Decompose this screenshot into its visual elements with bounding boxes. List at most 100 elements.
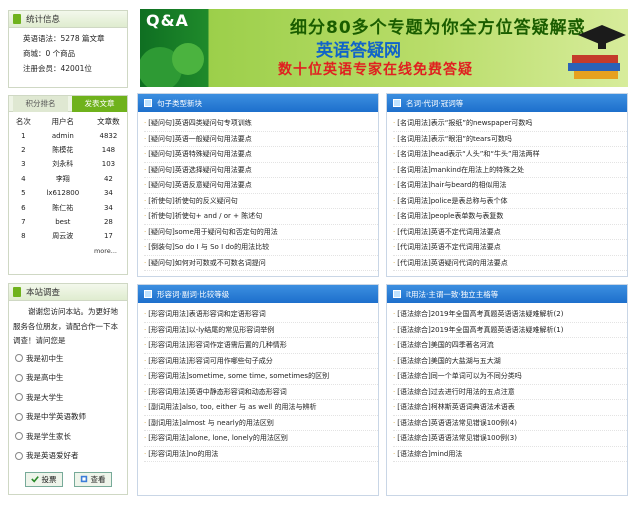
article-link[interactable]: [语法综合]过去进行时用法的五点注意: [397, 388, 514, 396]
list-item[interactable]: · [倒装句]So do I 与 So I do的用法比较: [144, 240, 378, 256]
list-item[interactable]: · [疑问句]英语选择疑问句用法要点: [144, 163, 378, 178]
article-link[interactable]: [形容词用法]形容词作定语需后置的几种情形: [148, 341, 286, 349]
survey-option[interactable]: 我是英语爱好者: [9, 446, 127, 466]
article-link[interactable]: [疑问句]英语选择疑问句用法要点: [148, 166, 251, 174]
article-link[interactable]: [名词用法]hair与beard的相似用法: [397, 181, 506, 189]
radio-button[interactable]: [15, 432, 23, 441]
article-link[interactable]: [形容词用法]表语形容词和定语形容词: [148, 310, 265, 318]
article-link[interactable]: [语法综合]美国的大盐湖与五大湖: [397, 357, 500, 365]
article-link[interactable]: [语法综合]mind用法: [397, 450, 462, 458]
article-link[interactable]: [代词用法]英语不定代词用法要点: [397, 228, 500, 236]
article-link[interactable]: [名词用法]police是表总称与表个体: [397, 197, 507, 205]
list-item[interactable]: · [语法综合]美国的大盐湖与五大湖: [393, 354, 627, 369]
article-link[interactable]: [代词用法]英语不定代词用法要点: [397, 243, 500, 251]
list-item[interactable]: · [形容词用法]以-ly结尾的常见形容词举例: [144, 323, 378, 338]
article-link[interactable]: [疑问句]英语特殊疑问句用法要点: [148, 150, 251, 158]
article-link[interactable]: [祈使句]祈使句+ and / or + 陈述句: [148, 212, 262, 220]
radio-button[interactable]: [15, 393, 23, 402]
article-link[interactable]: [倒装句]So do I 与 So I do的用法比较: [148, 243, 269, 251]
list-item[interactable]: · [名词用法]表示“眼泪”的tears可数吗: [393, 132, 627, 147]
article-link[interactable]: [名词用法]head表示“人头”和“牛头”用法两样: [397, 150, 539, 158]
panel-title[interactable]: 名词·代词·冠词等: [406, 98, 463, 109]
list-item[interactable]: · [名词用法]head表示“人头”和“牛头”用法两样: [393, 147, 627, 163]
article-link[interactable]: [形容词用法]以-ly结尾的常见形容词举例: [148, 326, 274, 334]
tab-posted-articles[interactable]: 发表文章: [72, 96, 127, 112]
list-item[interactable]: · [语法综合]过去进行时用法的五点注意: [393, 385, 627, 400]
more-link[interactable]: more...: [9, 244, 127, 258]
article-link[interactable]: [形容词用法]no的用法: [148, 450, 218, 458]
article-link[interactable]: [语法综合]2019年全国高考真题英语语法疑难解析(1): [397, 326, 563, 334]
list-item[interactable]: · [名词用法]people表单数与表复数: [393, 209, 627, 225]
list-item[interactable]: · [名词用法]表示“报纸”的newspaper可数吗: [393, 116, 627, 132]
article-link[interactable]: [疑问句]英语四类疑问句专项训练: [148, 119, 251, 127]
vote-button[interactable]: 投票: [24, 471, 63, 487]
article-link[interactable]: [名词用法]people表单数与表复数: [397, 212, 503, 220]
list-item[interactable]: · [语法综合]mind用法: [393, 447, 627, 462]
list-item[interactable]: · [疑问句]英语特殊疑问句用法要点: [144, 147, 378, 163]
article-link[interactable]: [祈使句]祈使句的反义疑问句: [148, 197, 237, 205]
list-item[interactable]: · [语法综合]英语语法常见错误100例(3): [393, 431, 627, 447]
article-link[interactable]: [名词用法]mankind在用法上的特殊之处: [397, 166, 524, 174]
survey-option[interactable]: 我是学生家长: [9, 427, 127, 447]
list-item[interactable]: · [疑问句]some用于疑问句和否定句的用法: [144, 225, 378, 240]
article-link[interactable]: [名词用法]表示“眼泪”的tears可数吗: [397, 135, 512, 143]
list-item[interactable]: · [语法综合]2019年全国高考真题英语语法疑难解析(1): [393, 323, 627, 338]
radio-button[interactable]: [15, 412, 23, 421]
article-link[interactable]: [语法综合]柯林斯英语词典语法术语表: [397, 403, 514, 411]
article-link[interactable]: [疑问句]如何对可数或不可数名词提问: [148, 259, 265, 267]
article-link[interactable]: [副词用法]also, too, either 与 as well 的用法与辨析: [148, 403, 316, 411]
list-item[interactable]: · [疑问句]如何对可数或不可数名词提问: [144, 256, 378, 271]
username-link[interactable]: 陈模花: [36, 143, 90, 157]
list-item[interactable]: · [语法综合]美国的四季著名河流: [393, 338, 627, 354]
list-item[interactable]: · [名词用法]police是表总称与表个体: [393, 194, 627, 209]
panel-title[interactable]: 句子类型新块: [157, 98, 202, 109]
list-item[interactable]: · [形容词用法]形容词作定语需后置的几种情形: [144, 338, 378, 354]
survey-option[interactable]: 我是大学生: [9, 388, 127, 408]
banner-ad[interactable]: Q&A 细分80多个专题为你全方位答疑解惑 英语答疑网 数十位英语专家在线免费答…: [140, 9, 628, 87]
username-link[interactable]: lx612800: [36, 186, 90, 200]
article-link[interactable]: [疑问句]英语一般疑问句用法要点: [148, 135, 251, 143]
list-item[interactable]: · [代词用法]英语不定代词用法要点: [393, 225, 627, 240]
article-link[interactable]: [语法综合]同一个单词可以为不同分类吗: [397, 372, 521, 380]
list-item[interactable]: · [疑问句]英语一般疑问句用法要点: [144, 132, 378, 147]
username-link[interactable]: admin: [36, 128, 90, 142]
list-item[interactable]: · [疑问句]英语四类疑问句专项训练: [144, 116, 378, 132]
list-item[interactable]: · [代词用法]英语疑问代词的用法要点: [393, 256, 627, 271]
survey-option[interactable]: 我是中学英语教师: [9, 407, 127, 427]
survey-option[interactable]: 我是初中生: [9, 349, 127, 369]
article-link[interactable]: [语法综合]英语语法常见错误100例(3): [397, 434, 517, 442]
radio-button[interactable]: [15, 354, 23, 363]
list-item[interactable]: · [形容词用法]no的用法: [144, 447, 378, 462]
article-link[interactable]: [语法综合]美国的四季著名河流: [397, 341, 493, 349]
list-item[interactable]: · [名词用法]mankind在用法上的特殊之处: [393, 163, 627, 178]
article-link[interactable]: [副词用法]almost 与 nearly的用法区别: [148, 419, 274, 427]
list-item[interactable]: · [形容词用法]alone, lone, lonely的用法区别: [144, 431, 378, 447]
article-link[interactable]: [语法综合]英语语法常见错误100例(4): [397, 419, 517, 427]
username-link[interactable]: best: [36, 215, 90, 229]
radio-button[interactable]: [15, 451, 23, 460]
article-link[interactable]: [形容词用法]alone, lone, lonely的用法区别: [148, 434, 288, 442]
tab-points-ranking[interactable]: 积分排名: [13, 96, 68, 112]
panel-title[interactable]: 形容词·副词·比较等级: [157, 289, 229, 300]
list-item[interactable]: · [名词用法]hair与beard的相似用法: [393, 178, 627, 194]
list-item[interactable]: · [语法综合]同一个单词可以为不同分类吗: [393, 369, 627, 385]
article-link[interactable]: [形容词用法]sometime, some time, sometimes的区别: [148, 372, 329, 380]
username-link[interactable]: 李翔: [36, 172, 90, 186]
article-link[interactable]: [语法综合]2019年全国高考真题英语语法疑难解析(2): [397, 310, 563, 318]
panel-title[interactable]: it用法·主谓一致·独立主格等: [406, 289, 498, 300]
list-item[interactable]: · [祈使句]祈使句的反义疑问句: [144, 194, 378, 209]
list-item[interactable]: · [形容词用法]形容词可用作哪些句子成分: [144, 354, 378, 369]
list-item[interactable]: · [形容词用法]英语中静态形容词和动态形容词: [144, 385, 378, 400]
view-results-button[interactable]: 查看: [73, 471, 112, 487]
list-item[interactable]: · [代词用法]英语不定代词用法要点: [393, 240, 627, 256]
username-link[interactable]: 刘永科: [36, 157, 90, 171]
article-link[interactable]: [形容词用法]英语中静态形容词和动态形容词: [148, 388, 286, 396]
list-item[interactable]: · [形容词用法]表语形容词和定语形容词: [144, 307, 378, 323]
list-item[interactable]: · [语法综合]柯林斯英语词典语法术语表: [393, 400, 627, 416]
list-item[interactable]: · [语法综合]2019年全国高考真题英语语法疑难解析(2): [393, 307, 627, 323]
list-item[interactable]: · [形容词用法]sometime, some time, sometimes的区…: [144, 369, 378, 385]
list-item[interactable]: · [副词用法]also, too, either 与 as well 的用法与辨…: [144, 400, 378, 416]
article-link[interactable]: [代词用法]英语疑问代词的用法要点: [397, 259, 507, 267]
article-link[interactable]: [形容词用法]形容词可用作哪些句子成分: [148, 357, 272, 365]
username-link[interactable]: 陈仁祐: [36, 200, 90, 214]
